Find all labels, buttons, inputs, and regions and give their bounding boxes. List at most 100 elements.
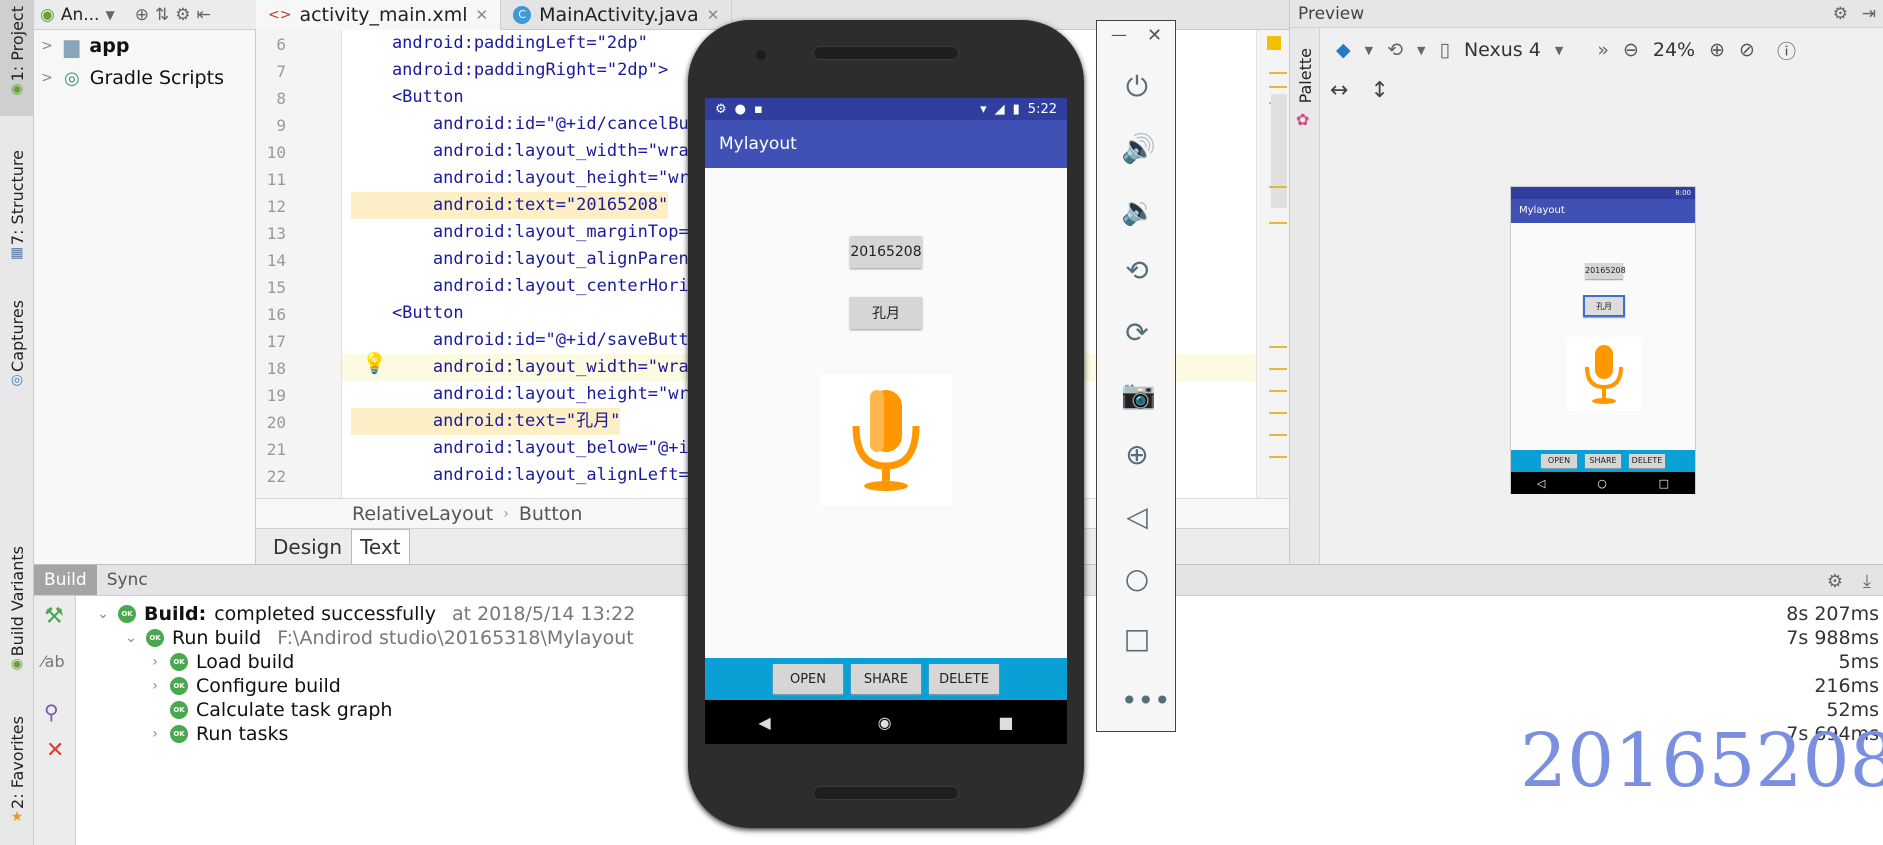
device-selector[interactable]: Nexus 4 (1464, 39, 1541, 61)
code-line[interactable]: android:layout_height="wrap (351, 381, 709, 408)
build-row[interactable]: › OK Run tasks (148, 722, 288, 746)
code-line[interactable]: android:paddingLeft="2dp" (351, 30, 648, 57)
preview-delete-button[interactable]: DELETE (1629, 454, 1665, 468)
chevron-down-icon[interactable]: ▼ (1555, 44, 1563, 57)
pin-icon[interactable]: ⚲ (44, 700, 59, 724)
captures-tool-tab[interactable]: Captures ◎ (0, 300, 34, 396)
stripe-mark[interactable] (1269, 86, 1287, 88)
code-line[interactable]: android:paddingRight="2dp"> (351, 57, 668, 84)
overview-icon[interactable]: □ (1121, 623, 1153, 655)
project-tool-tab[interactable]: 1: Project ◉ (0, 0, 34, 116)
stripe-mark[interactable] (1269, 368, 1287, 370)
preview-button-20165208[interactable]: 20165208 (1585, 263, 1626, 279)
stripe-mark[interactable] (1269, 434, 1287, 436)
tab-sync[interactable]: Sync (97, 565, 158, 595)
chevron-right-icon[interactable]: > (40, 70, 54, 86)
rotate-icon[interactable]: ⟲ (1387, 39, 1403, 61)
layers-icon[interactable]: ◆ (1336, 39, 1351, 61)
chevron-right-icon[interactable]: › (148, 678, 162, 694)
close-icon[interactable]: ✕ (1147, 25, 1162, 46)
back-icon[interactable]: ◁ (1121, 501, 1153, 533)
rotate-right-icon[interactable]: ⟳ (1121, 317, 1153, 349)
close-icon[interactable]: ✕ (707, 6, 720, 24)
chevron-right-icon[interactable]: › (148, 654, 162, 670)
build-row[interactable]: OK Calculate task graph (148, 698, 392, 722)
minimize-icon[interactable]: ⤓ (1863, 571, 1871, 592)
info-icon[interactable]: ⓘ (1777, 37, 1796, 64)
collapse-icon[interactable]: ⇅ (155, 5, 169, 25)
rotate-left-icon[interactable]: ⟲ (1121, 255, 1153, 287)
tab-design[interactable]: Design (264, 529, 351, 564)
open-button[interactable]: OPEN (773, 664, 843, 694)
hammer-icon[interactable]: ⚒ (44, 604, 64, 629)
recents-icon[interactable]: ■ (998, 713, 1013, 732)
target-icon[interactable]: ⊕ (135, 5, 149, 25)
code-line[interactable]: android:id="@+id/cancelButt (351, 111, 709, 138)
home-icon[interactable]: ◉ (878, 713, 892, 732)
code-line[interactable]: android:layout_centerHorizo (351, 273, 709, 300)
toggle-view-icon[interactable]: ⁄ab (42, 652, 65, 671)
close-icon[interactable]: ✕ (46, 738, 64, 763)
tab-activity-main-xml[interactable]: <> activity_main.xml ✕ (256, 0, 502, 30)
preview-share-button[interactable]: SHARE (1585, 454, 1621, 468)
chevron-right-icon[interactable]: › (148, 726, 162, 742)
code-line[interactable]: android:layout_width="wrap_ (351, 138, 709, 165)
tree-item-gradle-scripts[interactable]: > ◎ Gradle Scripts (40, 64, 224, 92)
code-line[interactable]: <Button (351, 300, 464, 327)
gear-icon[interactable]: ⚙ (175, 5, 190, 25)
code-line[interactable]: android:text="孔月" (351, 408, 621, 435)
layout-preview-device[interactable]: 8:00 Mylayout 20165208 孔月 OPEN SHARE DEL… (1510, 186, 1696, 494)
build-variants-tool-tab[interactable]: Build Variants ◉ (0, 546, 34, 676)
back-icon[interactable]: ◀ (758, 713, 770, 732)
horizontal-resize-icon[interactable]: ↔ (1330, 78, 1348, 103)
chevron-right-icon[interactable]: > (40, 38, 54, 54)
emulator-screen[interactable]: ⚙ ● ▪ ▾ ◢ ▮ 5:22 Mylayout 20165208 孔月 OP… (705, 98, 1067, 744)
palette-strip[interactable]: Palette ✿ (1290, 28, 1320, 564)
chevron-down-icon[interactable]: ⌄ (96, 606, 110, 622)
chevron-down-icon[interactable]: ⌄ (124, 630, 138, 646)
breadcrumb-item[interactable]: RelativeLayout (352, 503, 493, 525)
volume-up-icon[interactable]: 🔊 (1121, 133, 1156, 165)
stripe-mark[interactable] (1269, 346, 1287, 348)
tab-text[interactable]: Text (351, 529, 410, 564)
hide-icon[interactable]: ⇤ (196, 5, 210, 25)
code-line[interactable]: android:id="@+id/saveButton (351, 327, 709, 354)
code-line[interactable]: android:layout_width="wrap_ (351, 354, 709, 381)
close-icon[interactable]: ✕ (476, 6, 489, 24)
structure-tool-tab[interactable]: 7: Structure ▦ (0, 150, 34, 270)
zoom-fit-icon[interactable]: ⊘ (1739, 39, 1755, 61)
build-row[interactable]: ⌄ OK Build: completed successfully at 2018/5… (96, 602, 635, 626)
more-icon[interactable]: » (1597, 39, 1609, 61)
build-row[interactable]: ⌄ OK Run build F:\Andirod studio\20165318\M… (124, 626, 634, 650)
zoom-in-icon[interactable]: ⊕ (1709, 39, 1725, 61)
code-line[interactable]: android:text="20165208" (351, 192, 669, 219)
breadcrumb-item[interactable]: Button (519, 503, 583, 525)
gear-icon[interactable]: ⚙ (1827, 571, 1843, 592)
more-icon[interactable]: ••• (1121, 685, 1171, 717)
device-icon[interactable]: ▯ (1439, 39, 1449, 61)
gear-icon[interactable]: ⚙ (1833, 0, 1848, 28)
home-icon[interactable]: ○ (1121, 563, 1153, 595)
preview-button-selected[interactable]: 孔月 (1583, 295, 1625, 317)
project-view-selector[interactable]: An... (61, 5, 100, 25)
hide-icon[interactable]: ⇥ (1862, 0, 1876, 28)
code-line[interactable]: android:layout_alignParentT (351, 246, 709, 273)
stripe-mark[interactable] (1269, 390, 1287, 392)
power-icon[interactable]: ⏻ (1121, 71, 1153, 103)
scrollbar-thumb[interactable] (1271, 94, 1287, 208)
chevron-down-icon[interactable]: ▼ (1417, 44, 1425, 57)
volume-down-icon[interactable]: 🔉 (1121, 195, 1156, 227)
stripe-mark[interactable] (1269, 456, 1287, 458)
screenshot-icon[interactable]: 📷 (1121, 379, 1156, 411)
code-line[interactable]: android:layout_marginTop="7 (351, 219, 709, 246)
chevron-down-icon[interactable]: ▼ (105, 8, 114, 22)
share-button[interactable]: SHARE (851, 664, 921, 694)
minimize-icon[interactable]: — (1111, 25, 1127, 44)
stripe-mark[interactable] (1269, 186, 1287, 188)
zoom-icon[interactable]: ⊕ (1121, 439, 1153, 471)
chevron-down-icon[interactable]: ▼ (1365, 44, 1373, 57)
delete-button[interactable]: DELETE (929, 664, 999, 694)
tree-item-app[interactable]: > ▆ app (40, 32, 129, 60)
stripe-mark[interactable] (1269, 412, 1287, 414)
code-line[interactable]: android:layout_height="wrap (351, 165, 709, 192)
